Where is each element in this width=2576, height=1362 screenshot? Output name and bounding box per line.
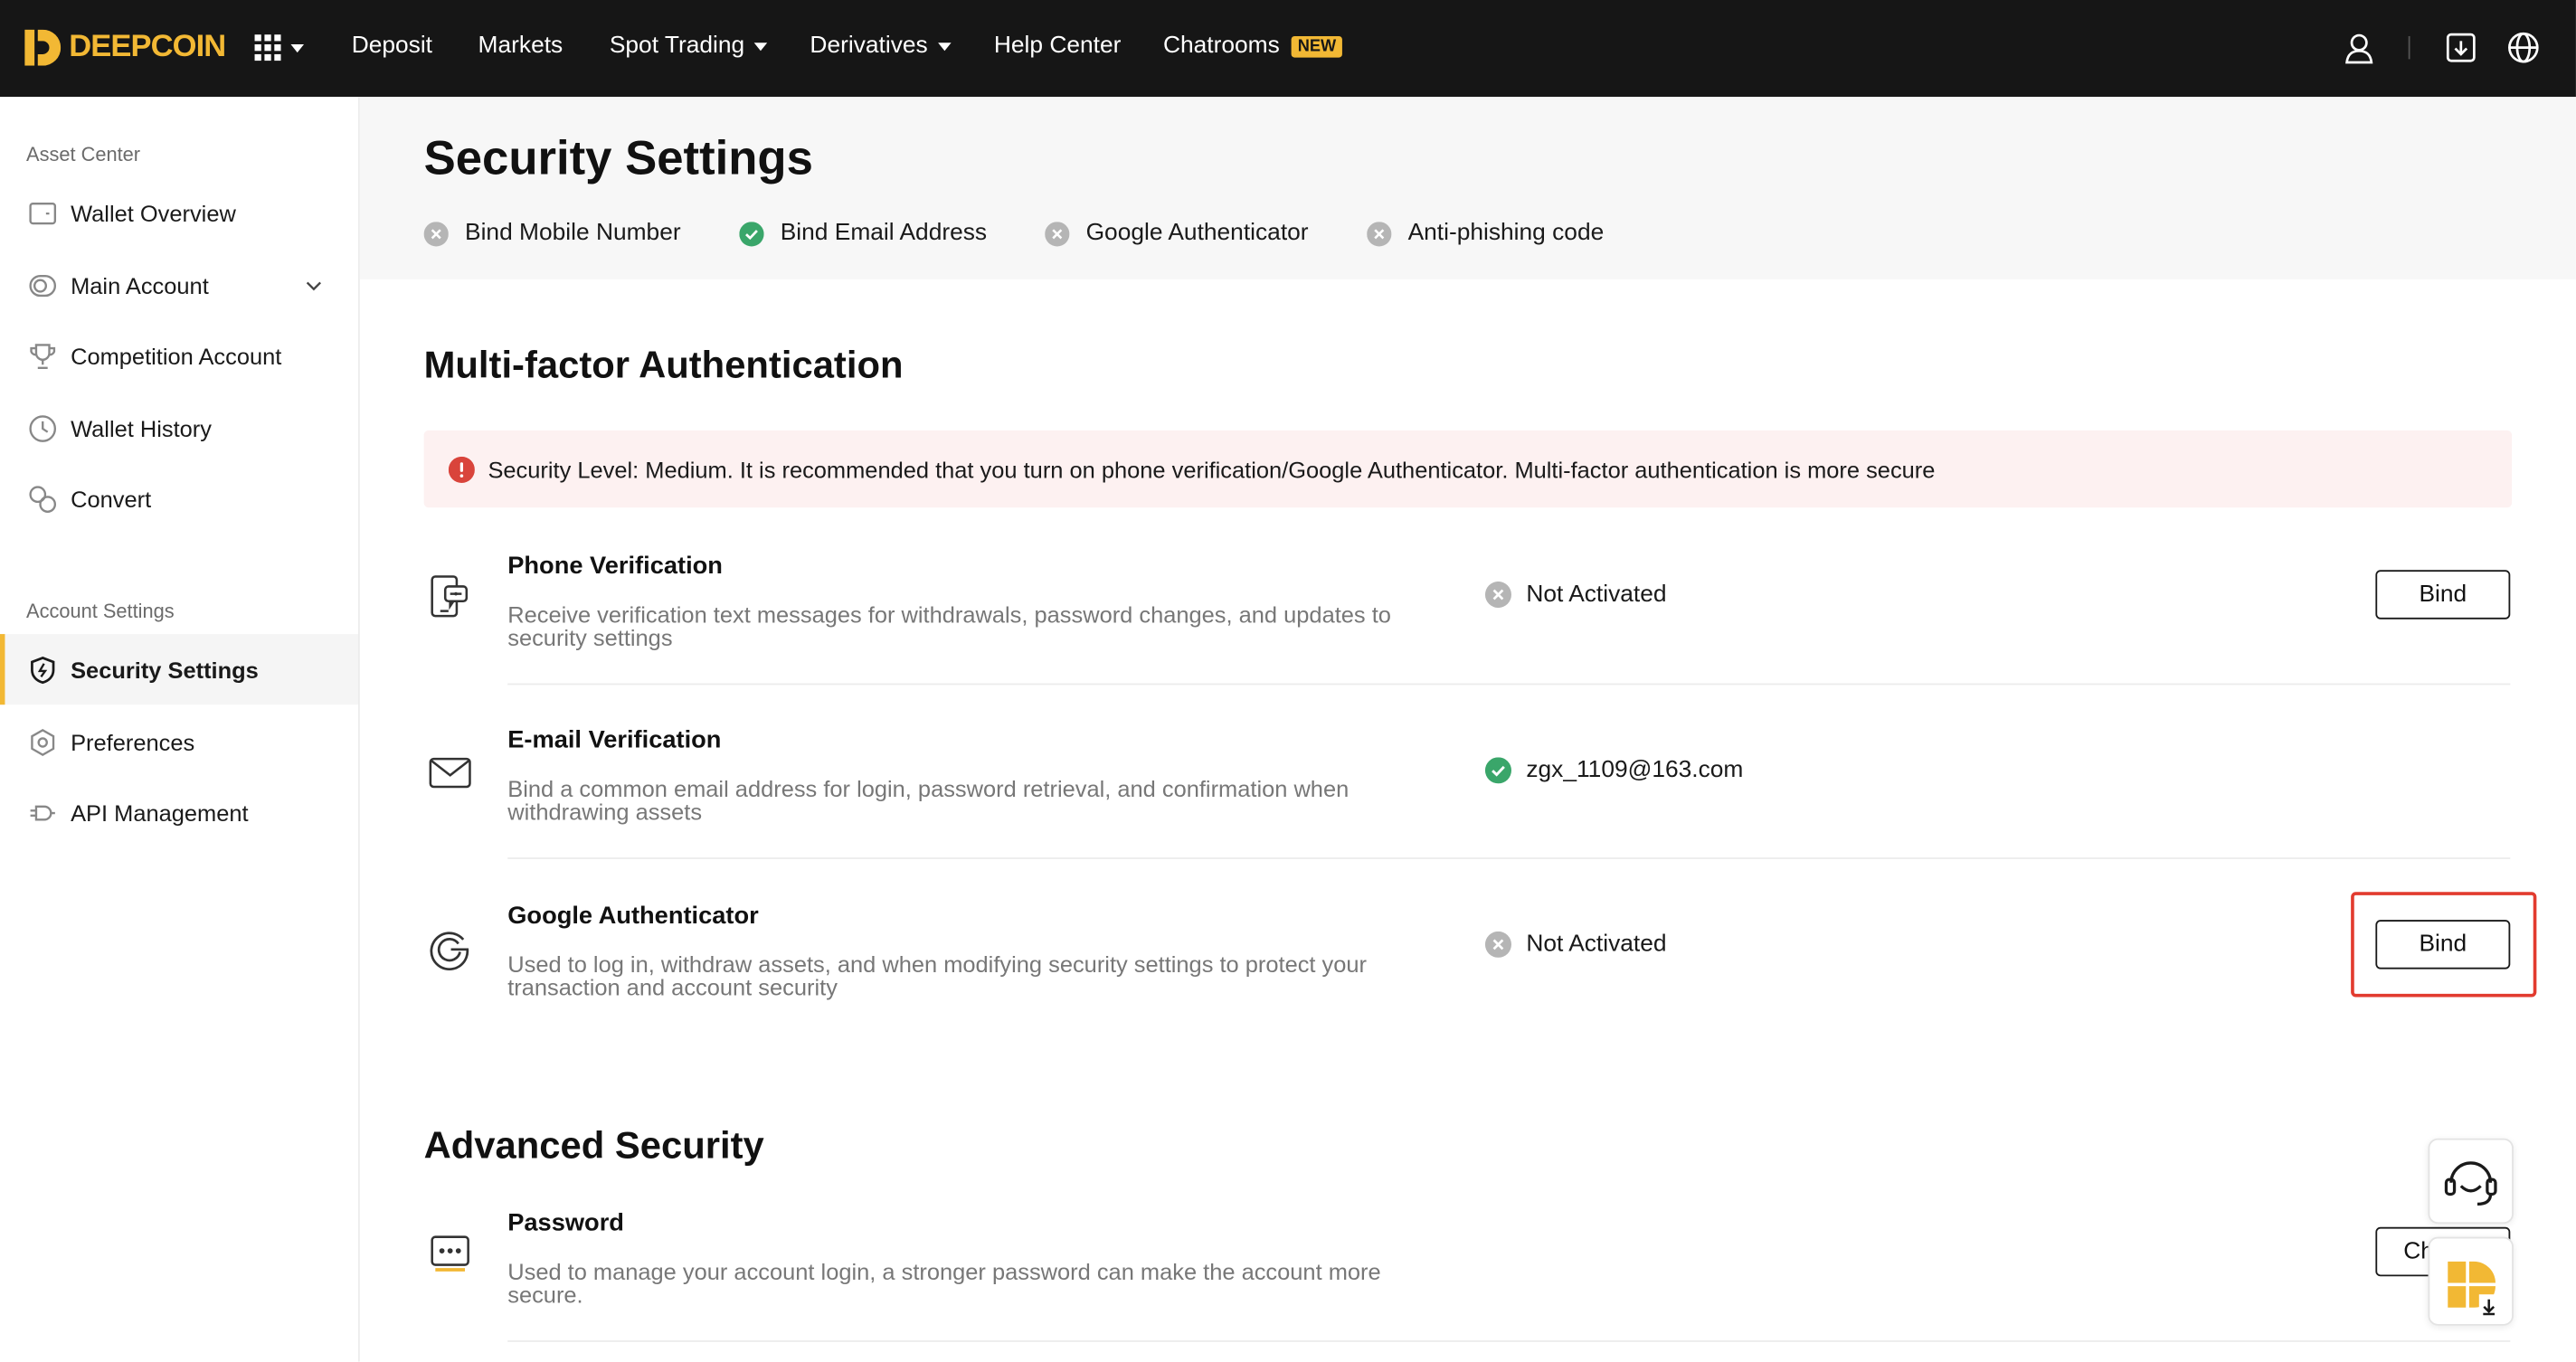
deepcoin-logo-icon (24, 29, 62, 66)
brand-name: DEEPCOIN (69, 29, 226, 64)
row-description: Used to log in, withdraw assets, and whe… (507, 951, 1368, 1001)
divider (507, 683, 2511, 686)
highlight-box (2351, 892, 2537, 998)
sidebar-item-preferences[interactable]: Preferences (0, 706, 358, 777)
phone-message-icon (431, 575, 469, 618)
row-title: Password (507, 1208, 624, 1237)
envelope-icon (429, 757, 471, 789)
row-title: Google Authenticator (507, 902, 759, 931)
alert-text: Security Level: Medium. It is recommende… (488, 456, 1936, 483)
top-navigation-bar: DEEPCOIN Deposit Markets Spot Trading De… (0, 0, 2576, 98)
chevron-down-icon[interactable] (306, 277, 322, 293)
convert-icon (29, 485, 57, 513)
google-authenticator-status: Not Activated (1484, 931, 1667, 958)
status-bind-mobile-number: Bind Mobile Number (423, 220, 681, 246)
nav-spot-trading[interactable]: Spot Trading (610, 33, 768, 59)
x-circle-icon (423, 221, 449, 246)
status-anti-phishing-code: Anti-phishing code (1367, 220, 1604, 246)
caret-down-icon (290, 44, 305, 53)
divider (507, 1340, 2511, 1342)
status-bind-email-address: Bind Email Address (739, 220, 987, 246)
row-description: Receive verification text messages for w… (507, 601, 1391, 651)
row-description: Bind a common email address for login, p… (507, 775, 1350, 825)
hexagon-icon (31, 728, 55, 756)
sidebar-section-account-settings: Account Settings (26, 599, 175, 623)
x-circle-icon (1484, 931, 1511, 958)
clock-icon (29, 414, 57, 441)
account-icon (29, 274, 57, 297)
sidebar-item-main-account[interactable]: Main Account (0, 250, 358, 320)
x-circle-icon (1367, 221, 1392, 246)
advanced-security-title: Advanced Security (423, 1123, 764, 1167)
sidebar-item-convert[interactable]: Convert (0, 463, 358, 534)
grid-icon (254, 34, 281, 61)
nav-chatrooms[interactable]: Chatrooms NEW (1163, 33, 1343, 59)
sidebar: Asset Center Wallet Overview Main Accoun… (0, 97, 360, 1362)
bind-phone-button[interactable]: Bind (2375, 570, 2511, 620)
mfa-section-title: Multi-factor Authentication (423, 343, 904, 386)
row-description: Used to manage your account login, a str… (507, 1258, 1381, 1308)
api-icon (30, 804, 55, 820)
divider (507, 857, 2511, 859)
row-title: Phone Verification (507, 552, 723, 581)
nav-help-center[interactable]: Help Center (994, 33, 1122, 59)
page-header: Security Settings Bind Mobile Number Bin… (359, 97, 2576, 279)
caret-down-icon (937, 43, 952, 52)
x-circle-icon (1045, 221, 1070, 246)
wallet-icon (29, 202, 57, 224)
nav-markets[interactable]: Markets (478, 33, 564, 59)
status-google-authenticator: Google Authenticator (1045, 220, 1309, 246)
google-icon (430, 932, 469, 971)
phone-status: Not Activated (1484, 581, 1667, 609)
check-circle-icon (1484, 757, 1511, 784)
download-app-button[interactable] (2428, 1236, 2514, 1326)
main-content: Security Settings Bind Mobile Number Bin… (359, 97, 2576, 1362)
row-title: E-mail Verification (507, 725, 722, 754)
divider (2408, 35, 2410, 60)
sidebar-item-wallet-overview[interactable]: Wallet Overview (0, 177, 358, 248)
download-icon[interactable] (2443, 30, 2479, 66)
check-circle-icon (739, 221, 764, 246)
sidebar-item-wallet-history[interactable]: Wallet History (0, 393, 358, 463)
x-circle-icon (1484, 581, 1511, 609)
email-status: zgx_1109@163.com (1484, 757, 1743, 784)
trophy-icon (30, 343, 56, 369)
password-icon (431, 1235, 469, 1272)
security-level-alert: Security Level: Medium. It is recommende… (423, 430, 2513, 508)
nav-deposit[interactable]: Deposit (352, 33, 432, 59)
sidebar-item-competition-account[interactable]: Competition Account (0, 320, 358, 391)
sidebar-item-api-management[interactable]: API Management (0, 777, 358, 847)
sidebar-item-security-settings[interactable]: Security Settings (0, 634, 358, 705)
shield-icon (31, 656, 55, 684)
nav-derivatives[interactable]: Derivatives (810, 33, 952, 59)
deepcoin-logo[interactable]: DEEPCOIN (24, 28, 226, 68)
new-badge: NEW (1291, 35, 1343, 57)
apps-menu-button[interactable] (254, 34, 305, 61)
customer-support-button[interactable] (2428, 1138, 2514, 1225)
app-download-icon (2448, 1261, 2499, 1318)
user-icon[interactable] (2341, 30, 2377, 66)
warning-icon (448, 456, 475, 483)
headset-icon (2444, 1161, 2497, 1206)
sidebar-section-asset-center: Asset Center (26, 143, 141, 166)
caret-down-icon (754, 43, 768, 52)
page-title: Security Settings (423, 133, 813, 186)
globe-icon[interactable] (2505, 30, 2542, 66)
